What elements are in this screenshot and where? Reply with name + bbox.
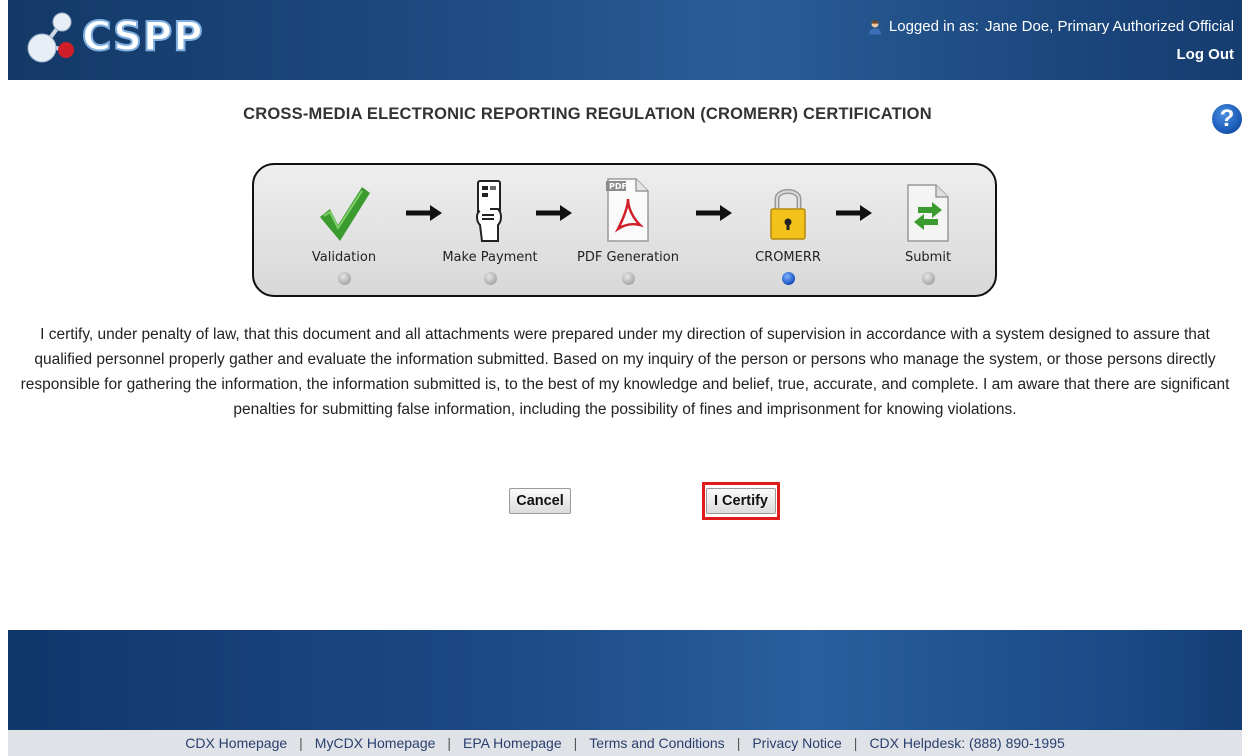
footer-link-epa-homepage[interactable]: EPA Homepage	[463, 735, 562, 751]
help-icon[interactable]: ?	[1212, 104, 1242, 134]
pdf-document-icon: PDF	[606, 178, 649, 242]
certification-statement: I certify, under penalty of law, that th…	[20, 326, 1230, 418]
header-bar: CSPP Logged in as: Jane Doe, Primary Aut…	[8, 0, 1242, 80]
step-label: CROMERR	[755, 250, 821, 265]
payment-card-icon	[476, 180, 502, 242]
logged-in-prefix: Logged in as:	[888, 18, 979, 35]
footer-link-mycdx-homepage[interactable]: MyCDX Homepage	[315, 735, 436, 751]
footer-link-privacy[interactable]: Privacy Notice	[752, 735, 841, 751]
cspp-logo[interactable]: CSPP	[24, 8, 244, 68]
step-indicator-dot	[337, 272, 351, 285]
logged-in-info: Logged in as: Jane Doe, Primary Authoriz…	[867, 18, 1234, 35]
footer-band	[8, 630, 1242, 730]
step-make-payment: Make Payment	[430, 173, 550, 285]
step-submit: Submit	[868, 173, 988, 285]
checkmark-icon	[320, 187, 370, 241]
step-label: Make Payment	[442, 250, 538, 265]
step-label: PDF Generation	[577, 250, 679, 265]
step-cromerr: CROMERR	[728, 173, 848, 285]
submit-document-icon	[907, 184, 949, 242]
logo-text: CSPP	[81, 13, 204, 61]
step-label: Submit	[904, 250, 952, 265]
step-pdf-generation: PDF PDF Generation	[568, 173, 688, 285]
step-label: Validation	[311, 250, 377, 265]
progress-steps: Validation Make Payment PDF PDF Generati…	[252, 163, 997, 297]
step-indicator-dot	[483, 272, 497, 285]
step-validation: Validation	[284, 173, 404, 285]
molecule-icon	[27, 12, 74, 63]
user-name: Jane Doe, Primary Authorized Official	[984, 18, 1234, 35]
step-indicator-dot	[921, 272, 935, 285]
step-indicator-dot-active	[781, 272, 795, 285]
footer-link-cdx-homepage[interactable]: CDX Homepage	[185, 735, 287, 751]
padlock-icon	[770, 189, 806, 240]
page-title: CROSS-MEDIA ELECTRONIC REPORTING REGULAT…	[243, 105, 932, 123]
logout-link[interactable]: Log Out	[1177, 46, 1234, 63]
certify-button[interactable]: I Certify	[706, 488, 776, 514]
step-indicator-dot	[621, 272, 635, 285]
footer-link-helpdesk[interactable]: CDX Helpdesk: (888) 890-1995	[869, 735, 1064, 751]
footer-link-terms[interactable]: Terms and Conditions	[589, 735, 724, 751]
user-icon	[868, 19, 881, 34]
footer-links: CDX Homepage | MyCDX Homepage | EPA Homepage…	[8, 730, 1242, 756]
cancel-button[interactable]: Cancel	[509, 488, 571, 514]
svg-text:PDF: PDF	[609, 182, 627, 191]
